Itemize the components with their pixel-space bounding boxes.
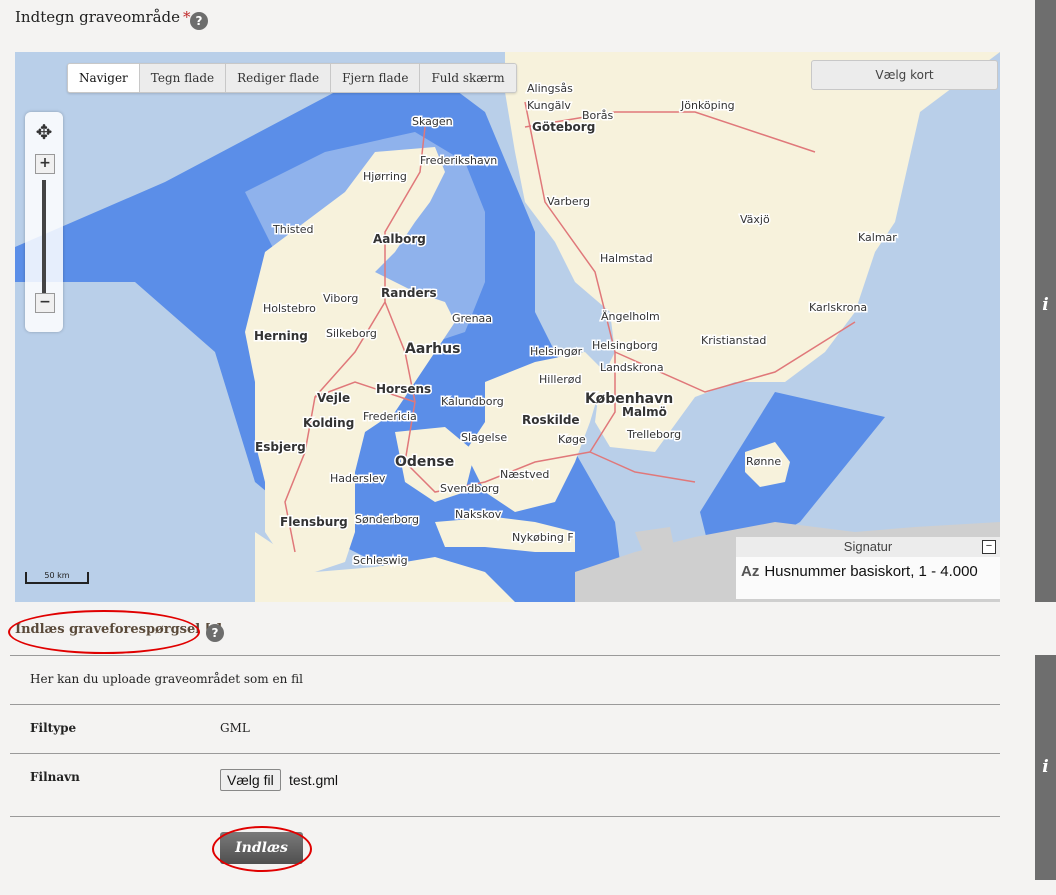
- scale-bar: 50 km: [25, 572, 89, 584]
- map-label: Thisted: [272, 223, 314, 236]
- zoom-slider[interactable]: [42, 180, 46, 298]
- map-label: Næstved: [500, 468, 549, 481]
- map-label: Herning: [254, 329, 308, 343]
- selected-file-name: test.gml: [289, 772, 339, 788]
- map-label: Schleswig: [353, 554, 408, 567]
- map-label: Aarhus: [405, 341, 460, 357]
- map-label: Randers: [381, 286, 437, 300]
- help-icon[interactable]: ?: [206, 624, 224, 642]
- map-label: Haderslev: [330, 472, 386, 485]
- map-label: Landskrona: [600, 361, 664, 374]
- map-label: Varberg: [547, 195, 590, 208]
- map-label: Slagelse: [461, 431, 507, 444]
- tab-remove-area[interactable]: Fjern flade: [331, 64, 421, 92]
- zoom-out-button[interactable]: −: [35, 293, 55, 313]
- map-label: Ängelholm: [601, 310, 660, 323]
- info-icon: i: [1042, 295, 1049, 315]
- map-label: Flensburg: [280, 515, 348, 529]
- legend-title: Signatur: [736, 537, 1000, 557]
- map-label: Roskilde: [522, 413, 580, 427]
- map-viewport[interactable]: Alingsås Kungälv Jönköping Göteborg Borå…: [15, 52, 1000, 602]
- map-toolbar: Naviger Tegn flade Rediger flade Fjern f…: [67, 63, 517, 93]
- map-label: Svendborg: [440, 482, 499, 495]
- map-label: Rønne: [746, 455, 781, 468]
- page-title-text: Indtegn graveområde: [15, 8, 181, 26]
- map-label: Fredericia: [363, 410, 417, 423]
- legend-text-icon: Az: [741, 563, 760, 580]
- map-label: Grenaa: [452, 312, 492, 325]
- info-panel-toggle-top[interactable]: i: [1035, 0, 1056, 602]
- tab-draw-area[interactable]: Tegn flade: [139, 64, 227, 92]
- zoom-control: ✥ + −: [25, 112, 63, 332]
- page-title: Indtegn graveområde *: [15, 8, 191, 26]
- map-label: Helsingborg: [592, 339, 658, 352]
- divider: [10, 816, 1000, 817]
- map-label: Holstebro: [263, 302, 316, 315]
- map-label: Trelleborg: [626, 428, 681, 441]
- map-label: Viborg: [323, 292, 358, 305]
- highlight-ring: [212, 826, 312, 872]
- legend-collapse-button[interactable]: −: [982, 540, 996, 554]
- map-label: Frederikshavn: [420, 154, 497, 167]
- tab-fullscreen[interactable]: Fuld skærm: [420, 64, 516, 92]
- zoom-in-button[interactable]: +: [35, 154, 55, 174]
- info-panel-toggle-bottom[interactable]: i: [1035, 655, 1056, 880]
- help-icon[interactable]: ?: [190, 12, 208, 30]
- legend-entry: Az Husnummer basiskort, 1 - 4.000: [741, 563, 978, 580]
- map-label: Silkeborg: [326, 327, 377, 340]
- divider: [10, 704, 1000, 705]
- basemap: Alingsås Kungälv Jönköping Göteborg Borå…: [15, 52, 1000, 602]
- map-label: Sønderborg: [355, 513, 419, 526]
- map-label: Alingsås: [527, 82, 573, 95]
- map-label: Halmstad: [600, 252, 653, 265]
- map-label: Hillerød: [539, 373, 581, 386]
- map-label: Hjørring: [363, 170, 407, 183]
- map-label: Nakskov: [455, 508, 502, 521]
- map-label: Vejle: [317, 391, 350, 405]
- legend-entry-label: Husnummer basiskort, 1 - 4.000: [764, 563, 978, 580]
- divider: [10, 753, 1000, 754]
- map-label: Kolding: [303, 416, 354, 430]
- map-label: Esbjerg: [255, 440, 306, 454]
- map-label: Karlskrona: [809, 301, 867, 314]
- map-label: Borås: [582, 109, 614, 122]
- map-label: Kristianstad: [701, 334, 766, 347]
- info-icon: i: [1042, 757, 1049, 777]
- filename-label: Filnavn: [30, 770, 80, 784]
- filetype-label: Filtype: [30, 721, 77, 735]
- tab-edit-area[interactable]: Rediger flade: [226, 64, 332, 92]
- map-label: Malmö: [622, 405, 667, 419]
- map-label: Kalmar: [858, 231, 897, 244]
- choose-map-button[interactable]: Vælg kort: [811, 60, 998, 90]
- map-label: Køge: [558, 433, 586, 446]
- divider: [10, 655, 1000, 656]
- choose-file-button[interactable]: Vælg fil: [220, 769, 281, 791]
- map-label: Kalundborg: [441, 395, 504, 408]
- map-label: Odense: [395, 454, 454, 470]
- map-label: Skagen: [412, 115, 453, 128]
- map-legend: Signatur − Az Husnummer basiskort, 1 - 4.…: [736, 537, 1000, 599]
- map-label: Växjö: [740, 213, 770, 226]
- map-label: Jönköping: [680, 99, 735, 112]
- map-label: Horsens: [376, 382, 431, 396]
- pan-icon[interactable]: ✥: [30, 118, 58, 146]
- map-label: Nykøbing F: [512, 531, 574, 544]
- map-label: Kungälv: [527, 99, 571, 112]
- map-label: Helsingør: [530, 345, 583, 358]
- map-label: Aalborg: [373, 232, 426, 246]
- filetype-value: GML: [220, 721, 250, 735]
- map-label: Göteborg: [532, 120, 595, 134]
- upload-description: Her kan du uploade graveområdet som en f…: [30, 672, 303, 686]
- tab-navigate[interactable]: Naviger: [68, 64, 140, 92]
- highlight-ring: [8, 610, 200, 654]
